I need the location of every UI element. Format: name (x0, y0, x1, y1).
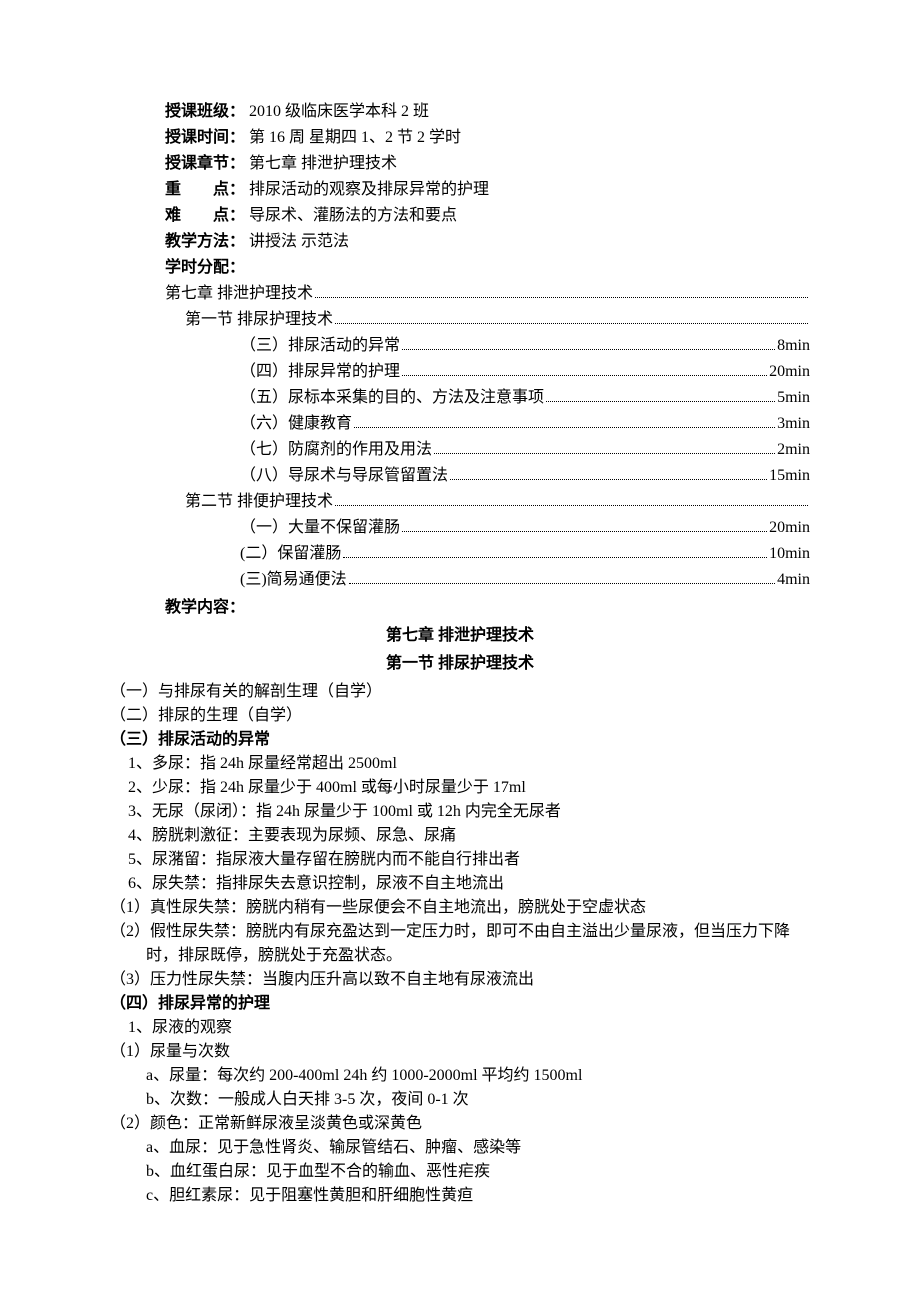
toc-label: （七）防腐剂的作用及用法 (240, 438, 432, 462)
toc-row: （五）尿标本采集的目的、方法及注意事项 5min (240, 386, 810, 410)
toc-time: 5min (777, 386, 810, 410)
body-line: （1）真性尿失禁：膀胱内稍有一些尿便会不自主地流出，膀胱处于空虚状态 (110, 896, 810, 920)
body-line: 3、无尿（尿闭）：指 24h 尿量少于 100ml 或 12h 内完全无尿者 (128, 800, 810, 824)
body-line: （四）排尿异常的护理 (110, 992, 810, 1016)
toc-dots (335, 323, 808, 324)
body-line: （2）假性尿失禁：膀胱内有尿充盈达到一定压力时，即可不由自主溢出少量尿液，但当压… (110, 920, 810, 968)
toc-label: (三)简易通便法 (240, 568, 347, 592)
meta-key-value: 排尿活动的观察及排尿异常的护理 (249, 178, 489, 202)
toc: 第七章 排泄护理技术第一节 排尿护理技术（三）排尿活动的异常8min（四）排尿异… (110, 282, 810, 592)
body-content: （一）与排尿有关的解剖生理（自学）（二）排尿的生理（自学）（三）排尿活动的异常1… (110, 680, 810, 1208)
toc-dots (434, 453, 775, 454)
toc-dots (349, 583, 775, 584)
toc-label: 第一节 排尿护理技术 (185, 308, 333, 332)
meta-difficulty: 难 点： 导尿术、灌肠法的方法和要点 (165, 204, 810, 228)
toc-label: 第二节 排便护理技术 (185, 490, 333, 514)
body-line: b、血红蛋白尿：见于血型不合的输血、恶性疟疾 (146, 1160, 810, 1184)
toc-time: 10min (769, 542, 810, 566)
chapter-title: 第七章 排泄护理技术 (110, 624, 810, 648)
toc-time: 15min (769, 464, 810, 488)
meta-time-label: 授课时间： (165, 126, 245, 150)
toc-time: 20min (769, 516, 810, 540)
toc-row: （八）导尿术与导尿管留置法 15min (240, 464, 810, 488)
body-line: b、次数：一般成人白天排 3-5 次，夜间 0-1 次 (146, 1088, 810, 1112)
meta-key-label: 重 点： (165, 178, 245, 202)
body-line: （2）颜色：正常新鲜尿液呈淡黄色或深黄色 (110, 1112, 810, 1136)
body-line: （一）与排尿有关的解剖生理（自学） (110, 680, 810, 704)
toc-label: (二）保留灌肠 (240, 542, 341, 566)
toc-row: （六）健康教育 3min (240, 412, 810, 436)
meta-alloc: 学时分配： (165, 256, 810, 280)
meta-diff-value: 导尿术、灌肠法的方法和要点 (249, 204, 457, 228)
body-line: a、尿量：每次约 200-400ml 24h 约 1000-2000ml 平均约… (146, 1064, 810, 1088)
toc-label: 第七章 排泄护理技术 (165, 282, 313, 306)
meta-chapter: 授课章节： 第七章 排泄护理技术 (165, 152, 810, 176)
body-line: （二）排尿的生理（自学） (110, 704, 810, 728)
toc-time: 3min (777, 412, 810, 436)
body-line: （1）尿量与次数 (110, 1040, 810, 1064)
toc-dots (402, 531, 767, 532)
toc-time: 2min (777, 438, 810, 462)
meta-class: 授课班级： 2010 级临床医学本科 2 班 (165, 100, 810, 124)
toc-row: （七）防腐剂的作用及用法 2min (240, 438, 810, 462)
toc-row: 第二节 排便护理技术 (185, 490, 810, 514)
toc-time: 20min (769, 360, 810, 384)
meta-time-value: 第 16 周 星期四 1、2 节 2 学时 (249, 126, 461, 150)
toc-dots (450, 479, 767, 480)
toc-row: 第七章 排泄护理技术 (165, 282, 810, 306)
body-line: 5、尿潴留：指尿液大量存留在膀胱内而不能自行排出者 (128, 848, 810, 872)
body-line: 4、膀胱刺激征：主要表现为尿频、尿急、尿痛 (128, 824, 810, 848)
toc-dots (402, 375, 767, 376)
toc-row: 第一节 排尿护理技术 (185, 308, 810, 332)
toc-dots (546, 401, 775, 402)
toc-label: （三）排尿活动的异常 (240, 334, 400, 358)
toc-row: (二）保留灌肠 10min (240, 542, 810, 566)
lesson-plan: 授课班级： 2010 级临床医学本科 2 班 授课时间： 第 16 周 星期四 … (110, 100, 810, 1208)
toc-dots (335, 505, 808, 506)
toc-dots (354, 427, 775, 428)
toc-time: 8min (777, 334, 810, 358)
meta-method-label: 教学方法： (165, 230, 245, 254)
body-line: 2、少尿：指 24h 尿量少于 400ml 或每小时尿量少于 17ml (128, 776, 810, 800)
toc-label: （五）尿标本采集的目的、方法及注意事项 (240, 386, 544, 410)
body-line: a、血尿：见于急性肾炎、输尿管结石、肿瘤、感染等 (146, 1136, 810, 1160)
toc-row: (三)简易通便法 4min (240, 568, 810, 592)
toc-dots (315, 297, 808, 298)
meta-method: 教学方法： 讲授法 示范法 (165, 230, 810, 254)
meta-method-value: 讲授法 示范法 (249, 230, 349, 254)
meta-class-label: 授课班级： (165, 100, 245, 124)
meta-chapter-label: 授课章节： (165, 152, 245, 176)
body-line: 1、多尿：指 24h 尿量经常超出 2500ml (128, 752, 810, 776)
toc-label: （四）排尿异常的护理 (240, 360, 400, 384)
toc-row: （四）排尿异常的护理 20min (240, 360, 810, 384)
meta-time: 授课时间： 第 16 周 星期四 1、2 节 2 学时 (165, 126, 810, 150)
meta-keypoint: 重 点： 排尿活动的观察及排尿异常的护理 (165, 178, 810, 202)
body-line: 1、尿液的观察 (128, 1016, 810, 1040)
meta-chapter-value: 第七章 排泄护理技术 (249, 152, 397, 176)
body-line: （3）压力性尿失禁：当腹内压升高以致不自主地有尿液流出 (110, 968, 810, 992)
meta-diff-label: 难 点： (165, 204, 245, 228)
toc-time: 4min (777, 568, 810, 592)
toc-label: （六）健康教育 (240, 412, 352, 436)
toc-dots (402, 349, 775, 350)
content-heading: 教学内容： (165, 596, 810, 620)
toc-row: （一）大量不保留灌肠 20min (240, 516, 810, 540)
meta-class-value: 2010 级临床医学本科 2 班 (249, 100, 429, 124)
toc-dots (343, 557, 767, 558)
meta-alloc-label: 学时分配： (165, 256, 245, 280)
toc-label: （八）导尿术与导尿管留置法 (240, 464, 448, 488)
toc-label: （一）大量不保留灌肠 (240, 516, 400, 540)
toc-row: （三）排尿活动的异常 8min (240, 334, 810, 358)
body-line: c、胆红素尿：见于阻塞性黄胆和肝细胞性黄疸 (146, 1184, 810, 1208)
section-title: 第一节 排尿护理技术 (110, 652, 810, 676)
body-line: 6、尿失禁：指排尿失去意识控制，尿液不自主地流出 (128, 872, 810, 896)
body-line: （三）排尿活动的异常 (110, 728, 810, 752)
